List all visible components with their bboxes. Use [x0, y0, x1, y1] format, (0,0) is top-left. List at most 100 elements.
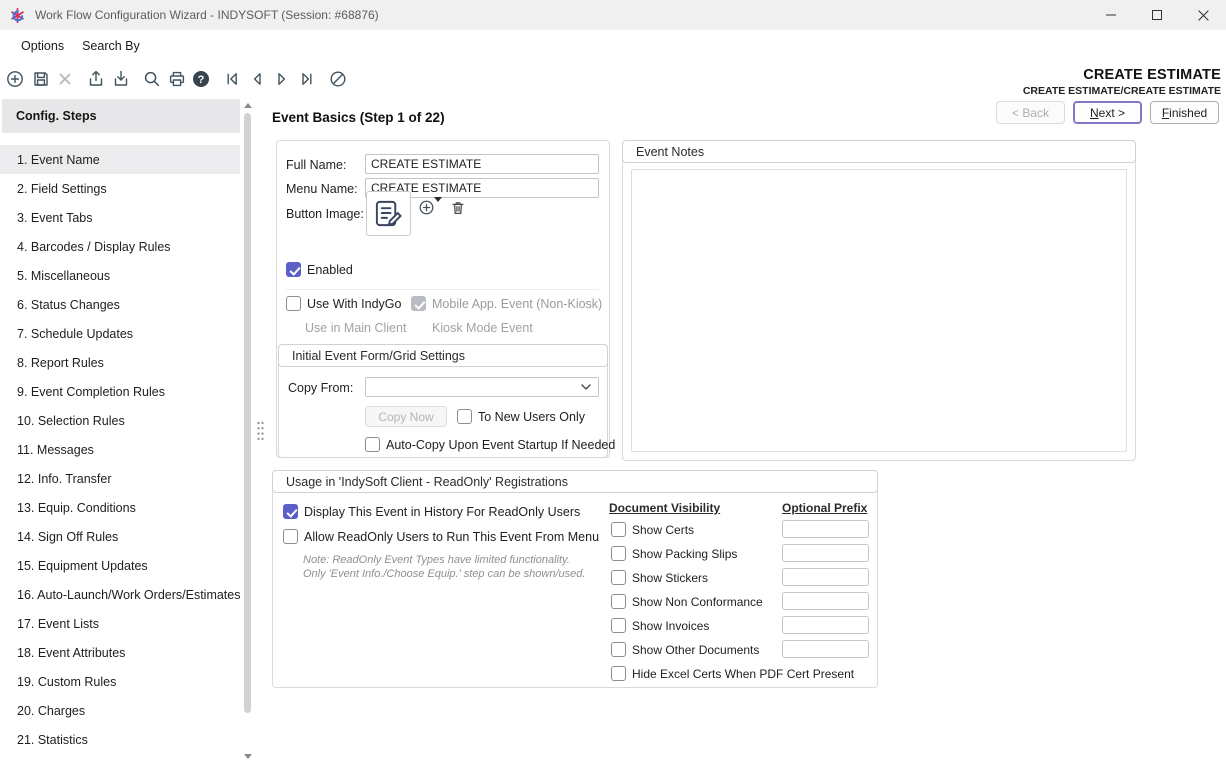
document-visibility-header: Document Visibility — [609, 501, 720, 515]
next-record-button[interactable] — [269, 66, 294, 91]
stickers-prefix-input[interactable] — [782, 568, 869, 586]
add-image-dropdown-icon[interactable] — [434, 197, 442, 202]
mobile-app-event-checkbox[interactable]: Mobile App. Event (Non-Kiosk) — [411, 296, 602, 311]
first-record-button[interactable] — [219, 66, 244, 91]
splitter-handle[interactable] — [254, 417, 267, 444]
delete-button[interactable] — [52, 66, 77, 91]
menu-search-by[interactable]: Search By — [73, 34, 149, 58]
last-record-button[interactable] — [294, 66, 319, 91]
previous-record-button[interactable] — [244, 66, 269, 91]
sidebar-item-schedule-updates[interactable]: 7. Schedule Updates — [0, 319, 240, 348]
event-notes-panel: Event Notes — [622, 140, 1136, 461]
event-notes-textarea[interactable] — [631, 169, 1127, 452]
auto-copy-label: Auto-Copy Upon Event Startup If Needed — [386, 438, 615, 452]
non-conformance-prefix-input[interactable] — [782, 592, 869, 610]
menu-options[interactable]: Options — [12, 34, 73, 58]
scroll-up-button[interactable] — [241, 98, 254, 112]
hide-excel-certs-checkbox[interactable]: Hide Excel Certs When PDF Cert Present — [611, 666, 854, 681]
sidebar-item-miscellaneous[interactable]: 5. Miscellaneous — [0, 261, 240, 290]
export-button[interactable] — [83, 66, 108, 91]
sidebar-item-event-completion-rules[interactable]: 9. Event Completion Rules — [0, 377, 240, 406]
save-button[interactable] — [28, 66, 53, 91]
sidebar-item-charges[interactable]: 20. Charges — [0, 696, 240, 725]
app-icon — [9, 7, 26, 24]
sidebar-item-custom-rules[interactable]: 19. Custom Rules — [0, 667, 240, 696]
show-non-conformance-checkbox[interactable]: Show Non Conformance — [611, 594, 763, 609]
add-button[interactable] — [2, 66, 27, 91]
to-new-users-only-label: To New Users Only — [478, 410, 585, 424]
packing-slips-prefix-input[interactable] — [782, 544, 869, 562]
finished-button[interactable]: Finished — [1150, 101, 1219, 124]
show-other-documents-checkbox[interactable]: Show Other Documents — [611, 642, 759, 657]
button-image-preview[interactable] — [366, 191, 411, 236]
show-certs-checkbox[interactable]: Show Certs — [611, 522, 694, 537]
delete-icon — [55, 69, 75, 89]
page-title: CREATE ESTIMATE — [1023, 67, 1221, 83]
initial-settings-group: Initial Event Form/Grid Settings Copy Fr… — [278, 344, 608, 458]
sidebar-item-status-changes[interactable]: 6. Status Changes — [0, 290, 240, 319]
import-button[interactable] — [108, 66, 133, 91]
close-button[interactable] — [1180, 0, 1226, 30]
cancel-button[interactable] — [325, 66, 350, 91]
show-stickers-checkbox[interactable]: Show Stickers — [611, 570, 708, 585]
to-new-users-only-checkbox[interactable]: To New Users Only — [457, 409, 585, 424]
previous-record-icon — [247, 69, 267, 89]
scroll-down-button[interactable] — [241, 749, 254, 763]
sidebar-item-info-transfer[interactable]: 12. Info. Transfer — [0, 464, 240, 493]
other-documents-prefix-input[interactable] — [782, 640, 869, 658]
invoices-prefix-input[interactable] — [782, 616, 869, 634]
auto-copy-checkbox[interactable]: Auto-Copy Upon Event Startup If Needed — [365, 437, 615, 452]
print-icon — [167, 69, 187, 89]
sidebar-item-event-tabs[interactable]: 3. Event Tabs — [0, 203, 240, 232]
show-packing-slips-checkbox[interactable]: Show Packing Slips — [611, 546, 737, 561]
checkbox-box — [283, 529, 298, 544]
sidebar-item-event-attributes[interactable]: 18. Event Attributes — [0, 638, 240, 667]
initial-settings-title: Initial Event Form/Grid Settings — [278, 344, 608, 367]
checkbox-box — [611, 666, 626, 681]
display-history-label: Display This Event in History For ReadOn… — [304, 505, 580, 519]
sidebar-item-barcodes[interactable]: 4. Barcodes / Display Rules — [0, 232, 240, 261]
maximize-button[interactable] — [1134, 0, 1180, 30]
minimize-button[interactable] — [1088, 0, 1134, 30]
show-invoices-checkbox[interactable]: Show Invoices — [611, 618, 709, 633]
display-history-checkbox[interactable]: Display This Event in History For ReadOn… — [283, 504, 580, 519]
chevron-down-icon — [581, 384, 591, 390]
search-button[interactable] — [139, 66, 164, 91]
sidebar-item-auto-launch[interactable]: 16. Auto-Launch/Work Orders/Estimates — [0, 580, 240, 609]
checkbox-box — [611, 618, 626, 633]
sidebar-scrollbar — [241, 96, 254, 765]
allow-run-label: Allow ReadOnly Users to Run This Event F… — [304, 530, 599, 544]
allow-run-checkbox[interactable]: Allow ReadOnly Users to Run This Event F… — [283, 529, 599, 544]
page-header: CREATE ESTIMATE CREATE ESTIMATE/CREATE E… — [1023, 67, 1221, 97]
export-icon — [86, 69, 106, 89]
delete-image-button[interactable] — [447, 197, 469, 219]
sidebar-item-sign-off-rules[interactable]: 14. Sign Off Rules — [0, 522, 240, 551]
sidebar-item-event-lists[interactable]: 17. Event Lists — [0, 609, 240, 638]
sidebar-scrollbar-thumb[interactable] — [244, 113, 251, 713]
maximize-icon — [1151, 9, 1163, 21]
checkbox-box — [283, 504, 298, 519]
button-image-label: Button Image: — [286, 207, 364, 221]
sidebar-item-selection-rules[interactable]: 10. Selection Rules — [0, 406, 240, 435]
menubar: Options Search By — [0, 30, 1226, 61]
sidebar-item-report-rules[interactable]: 8. Report Rules — [0, 348, 240, 377]
copy-now-button[interactable]: Copy Now — [365, 406, 447, 427]
help-button[interactable]: ? — [188, 66, 213, 91]
breadcrumb: CREATE ESTIMATE/CREATE ESTIMATE — [1023, 85, 1221, 97]
sidebar-item-field-settings[interactable]: 2. Field Settings — [0, 174, 240, 203]
sidebar-item-event-name[interactable]: 1. Event Name — [0, 145, 240, 174]
enabled-checkbox[interactable]: Enabled — [286, 262, 353, 277]
certs-prefix-input[interactable] — [782, 520, 869, 538]
sidebar-item-equipment-updates[interactable]: 15. Equipment Updates — [0, 551, 240, 580]
print-button[interactable] — [164, 66, 189, 91]
back-button[interactable]: < Back — [996, 101, 1065, 124]
next-button[interactable]: Next > — [1073, 101, 1142, 124]
copy-from-select[interactable] — [365, 377, 599, 397]
sidebar-item-equip-conditions[interactable]: 13. Equip. Conditions — [0, 493, 240, 522]
sidebar-item-messages[interactable]: 11. Messages — [0, 435, 240, 464]
full-name-input[interactable] — [365, 154, 599, 174]
enabled-checkbox-label: Enabled — [307, 263, 353, 277]
readonly-note-line2: Only 'Event Info./Choose Equip.' step ca… — [303, 568, 585, 580]
sidebar-item-statistics[interactable]: 21. Statistics — [0, 725, 240, 754]
use-with-indygo-checkbox[interactable]: Use With IndyGo — [286, 296, 401, 311]
